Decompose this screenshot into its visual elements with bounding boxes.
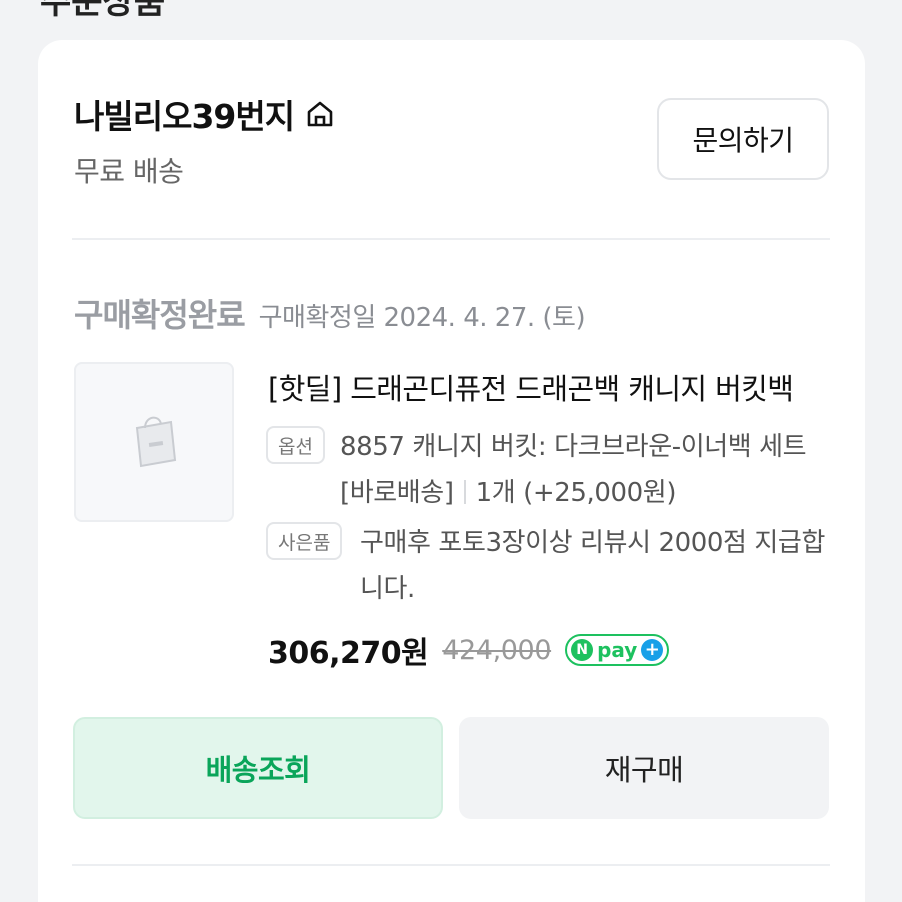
- sale-price: 306,270원: [268, 636, 429, 671]
- separator: [463, 480, 466, 504]
- track-delivery-button[interactable]: 배송조회: [73, 717, 443, 819]
- gift-text: 구매후 포토3장이상 리뷰시 2000점 지급합니다.: [360, 528, 825, 604]
- order-status: 구매확정완료: [74, 296, 246, 334]
- divider: [72, 864, 830, 866]
- npay-label: pay: [597, 638, 638, 662]
- home-icon[interactable]: [304, 98, 336, 130]
- original-price: 424,000: [442, 634, 552, 666]
- order-status-row: 구매확정완료 구매확정일 2024. 4. 27. (토): [74, 290, 586, 336]
- section-title: 주문상품: [40, 0, 166, 22]
- inquiry-button[interactable]: 문의하기: [657, 98, 829, 180]
- confirm-date: 구매확정일 2024. 4. 27. (토): [258, 303, 586, 333]
- plus-icon: +: [641, 639, 664, 661]
- naver-n-icon: N: [571, 639, 594, 661]
- product-thumbnail[interactable]: [74, 362, 234, 522]
- npay-plus-badge: N pay +: [565, 634, 670, 666]
- gift-tag: 사은품: [266, 522, 343, 560]
- option-quantity: 1개 (+25,000원): [475, 478, 677, 508]
- price-row: 306,270원 424,000 N pay +: [268, 628, 670, 672]
- store-name-row[interactable]: 나빌리오39번지: [74, 90, 336, 138]
- rebuy-button[interactable]: 재구매: [459, 717, 829, 819]
- option-tag: 옵션: [266, 426, 325, 464]
- shopping-bag-icon: [129, 410, 179, 474]
- shipping-info: 무료 배송: [74, 155, 184, 188]
- option-text-block: 8857 캐니지 버킷: 다크브라운-이너백 세트 [바로배송] 1개 (+25,…: [340, 424, 840, 516]
- divider: [72, 238, 830, 240]
- store-name[interactable]: 나빌리오39번지: [74, 90, 295, 138]
- order-card: 나빌리오39번지 무료 배송 문의하기 구매확정완료 구매확정일 2024. 4…: [38, 40, 865, 902]
- product-title[interactable]: [핫딜] 드래곤디퓨전 드래곤백 캐니지 버킷백: [268, 366, 828, 408]
